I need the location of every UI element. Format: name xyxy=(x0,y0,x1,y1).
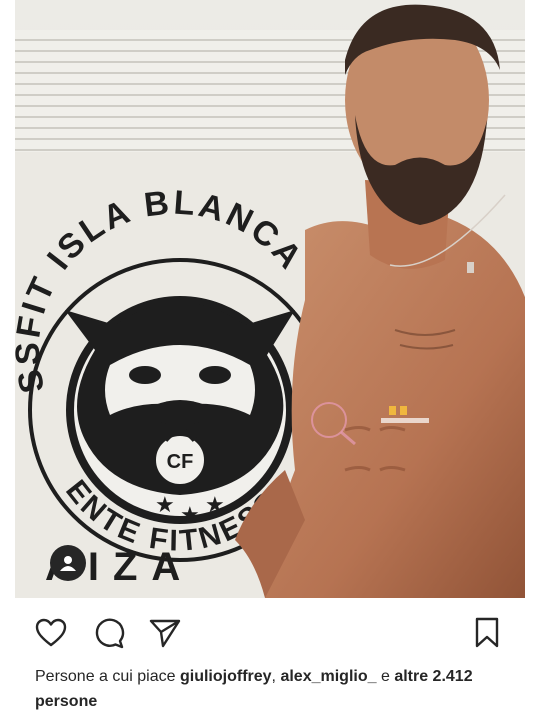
logo-badge: CF xyxy=(167,451,194,473)
post-photo[interactable]: SSFIT ISLA BLANCA ENTE FITNESS CF ★ ★ ★ … xyxy=(15,0,525,598)
send-icon xyxy=(149,619,181,648)
liker-username-link[interactable]: alex_miglio_ xyxy=(280,668,376,685)
likes-summary: Persone a cui piace giuliojoffrey, alex_… xyxy=(35,664,505,714)
heart-icon xyxy=(35,618,67,647)
post-action-bar xyxy=(0,604,540,660)
watermark-logo xyxy=(311,402,429,446)
save-button[interactable] xyxy=(470,616,504,650)
comment-button[interactable] xyxy=(92,616,126,650)
comment-icon xyxy=(95,618,125,649)
like-button[interactable] xyxy=(34,616,68,650)
person-icon xyxy=(60,556,76,571)
bookmark-icon xyxy=(475,617,499,648)
likes-conjunction: e xyxy=(380,668,390,685)
tagged-people-button[interactable] xyxy=(50,545,86,581)
svg-text:★: ★ xyxy=(155,493,175,518)
share-button[interactable] xyxy=(148,616,182,650)
likes-prefix: Persone a cui piace xyxy=(35,668,176,685)
likes-separator: , xyxy=(271,668,276,685)
person-figure xyxy=(235,4,525,598)
liker-username-link[interactable]: giuliojoffrey xyxy=(180,668,272,685)
